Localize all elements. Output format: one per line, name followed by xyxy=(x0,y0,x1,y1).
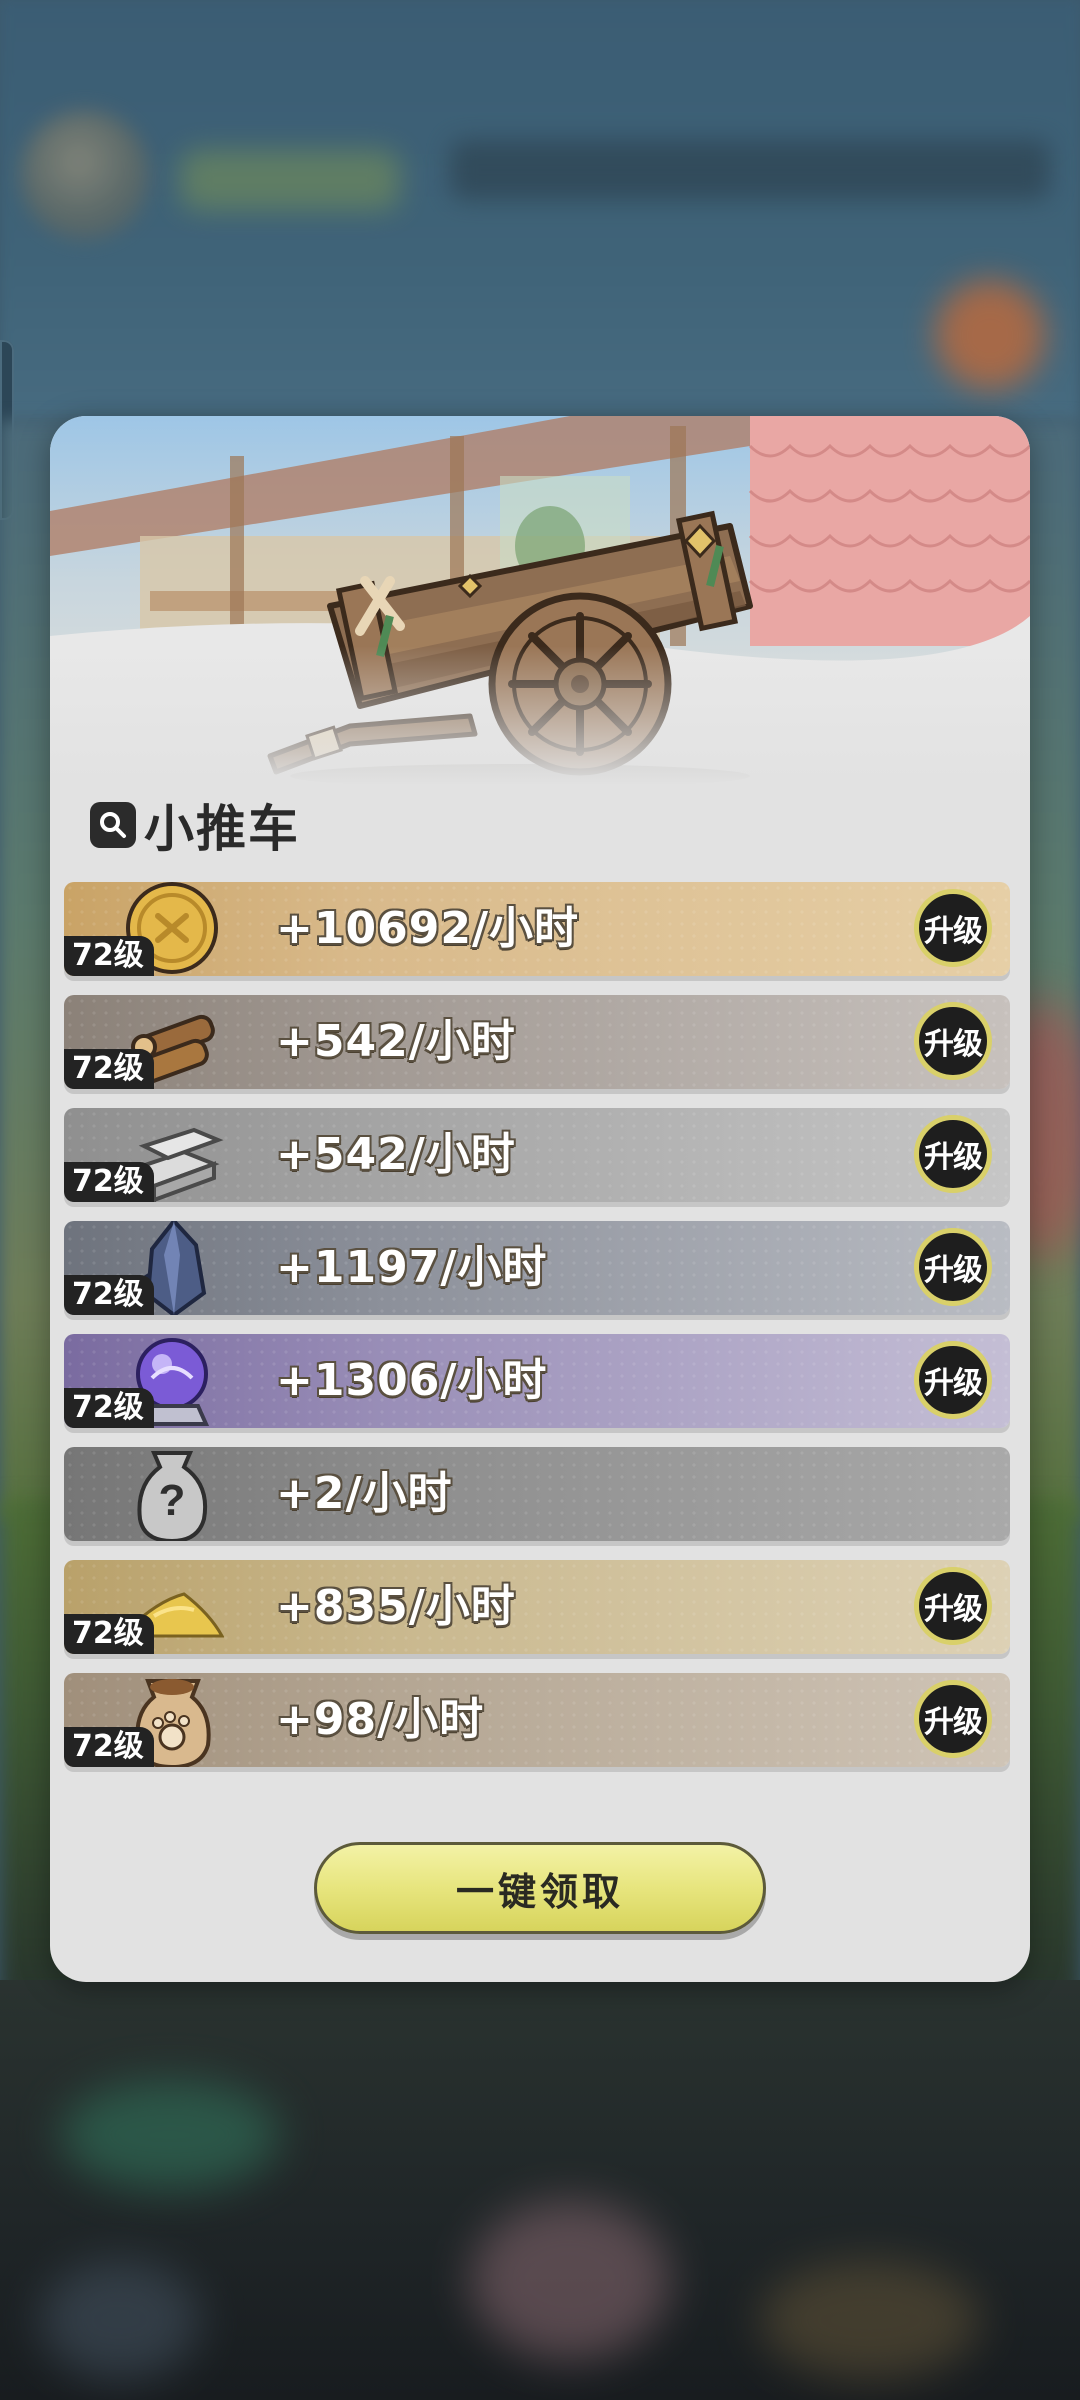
resource-row-stone: 72级 +542/小时 升级 xyxy=(64,1108,1010,1202)
player-name-blur xyxy=(180,150,400,210)
level-badge: 72级 xyxy=(64,1727,154,1767)
background-sky xyxy=(0,0,1080,420)
resource-row-sack: 72级 +98/小时 升级 xyxy=(64,1673,1010,1767)
banner-fade xyxy=(50,646,1030,786)
resource-row-gold: 72级 +10692/小时 升级 xyxy=(64,882,1010,976)
top-resource-bar xyxy=(450,140,1050,200)
background-blob xyxy=(760,2260,980,2380)
upgrade-button[interactable]: 升级 xyxy=(914,1567,992,1645)
production-rate: +1306/小时 xyxy=(276,1355,548,1406)
search-icon[interactable] xyxy=(90,802,136,848)
upgrade-button[interactable]: 升级 xyxy=(914,1228,992,1306)
resource-row-crystal: 72级 +1197/小时 升级 xyxy=(64,1221,1010,1315)
production-rate: +1197/小时 xyxy=(276,1242,548,1293)
resource-row-mystery: ? +2/小时 xyxy=(64,1447,1010,1541)
upgrade-button[interactable]: 升级 xyxy=(914,1680,992,1758)
level-badge: 72级 xyxy=(64,1614,154,1654)
production-rate: +542/小时 xyxy=(276,1129,516,1180)
resource-row-sand: 72级 +835/小时 升级 xyxy=(64,1560,1010,1654)
player-avatar xyxy=(20,110,150,240)
upgrade-button[interactable]: 升级 xyxy=(914,1341,992,1419)
background-blob xyxy=(60,2080,280,2190)
background-blob xyxy=(40,2260,200,2380)
cart-banner xyxy=(50,416,1030,786)
level-badge: 72级 xyxy=(64,1275,154,1315)
claim-all-button[interactable]: 一键领取 xyxy=(314,1842,766,1934)
cart-panel: 小推车 72级 +10692/小时 升级 72级 +542/小时 升级 72级 … xyxy=(50,416,1030,1982)
production-rate: +10692/小时 xyxy=(276,903,580,954)
level-badge: 72级 xyxy=(64,1388,154,1428)
mystery-sack-icon: ? xyxy=(137,1451,207,1541)
production-rate: +98/小时 xyxy=(276,1694,485,1745)
panel-title-row: 小推车 xyxy=(90,790,300,860)
production-rate: +835/小时 xyxy=(276,1581,516,1632)
level-badge: 72级 xyxy=(64,1162,154,1202)
upgrade-button[interactable]: 升级 xyxy=(914,1115,992,1193)
panel-title: 小推车 xyxy=(144,800,300,858)
resource-list: 72级 +10692/小时 升级 72级 +542/小时 升级 72级 +542… xyxy=(64,882,1014,1786)
level-badge: 72级 xyxy=(64,1049,154,1089)
top-right-orb xyxy=(935,280,1045,390)
upgrade-button[interactable]: 升级 xyxy=(914,1002,992,1080)
svg-text:?: ? xyxy=(159,1476,186,1525)
production-rate: +2/小时 xyxy=(276,1468,453,1519)
level-badge: 72级 xyxy=(64,936,154,976)
upgrade-button[interactable]: 升级 xyxy=(914,889,992,967)
resource-row-wood: 72级 +542/小时 升级 xyxy=(64,995,1010,1089)
background-blob xyxy=(470,2200,670,2360)
production-rate: +542/小时 xyxy=(276,1016,516,1067)
resource-row-orb: 72级 +1306/小时 升级 xyxy=(64,1334,1010,1428)
